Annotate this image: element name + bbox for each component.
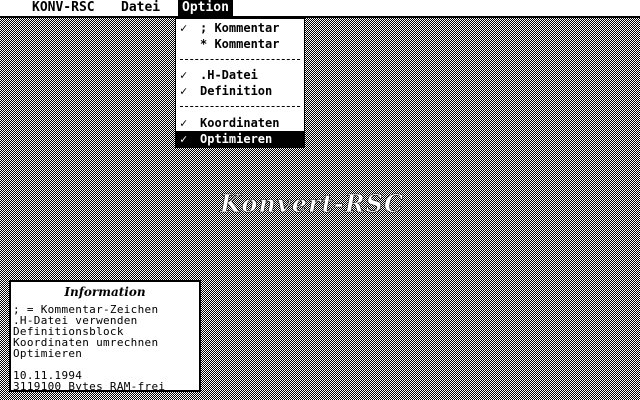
menu-item-definition[interactable]: ✓ Definition [176, 83, 304, 99]
menu-option[interactable]: Option [178, 0, 233, 16]
menu-item-asterisk-comment[interactable]: * Kommentar [176, 36, 304, 52]
app-logo-watermark: Konvert-RSC [220, 189, 405, 219]
menu-item-semicolon-comment[interactable]: ✓ ; Kommentar [176, 20, 304, 36]
checkmark-icon: ✓ [180, 132, 188, 146]
information-panel: Information ; = Kommentar-Zeichen .H-Dat… [9, 280, 201, 392]
menu-separator [180, 106, 300, 107]
menu-item-h-file[interactable]: ✓ .H-Datei [176, 67, 304, 83]
checkmark-icon: ✓ [180, 116, 188, 130]
info-line: Optimieren [13, 347, 83, 360]
menu-konv-rsc[interactable]: KONV-RSC [28, 0, 99, 16]
menu-separator [180, 59, 300, 60]
menu-datei[interactable]: Datei [117, 0, 164, 16]
checkmark-icon: ✓ [180, 68, 188, 82]
option-dropdown-menu: ✓ ; Kommentar * Kommentar ✓ .H-Datei ✓ D… [175, 18, 305, 148]
menu-item-coordinates[interactable]: ✓ Koordinaten [176, 115, 304, 131]
info-free-ram: 3119100 Bytes RAM-frei [13, 380, 166, 393]
menu-item-optimize[interactable]: ✓ Optimieren [176, 131, 304, 147]
info-panel-title: Information [64, 285, 146, 299]
checkmark-icon: ✓ [180, 84, 188, 98]
checkmark-icon: ✓ [180, 21, 188, 35]
menu-bar: KONV-RSC Datei Option [0, 0, 640, 18]
